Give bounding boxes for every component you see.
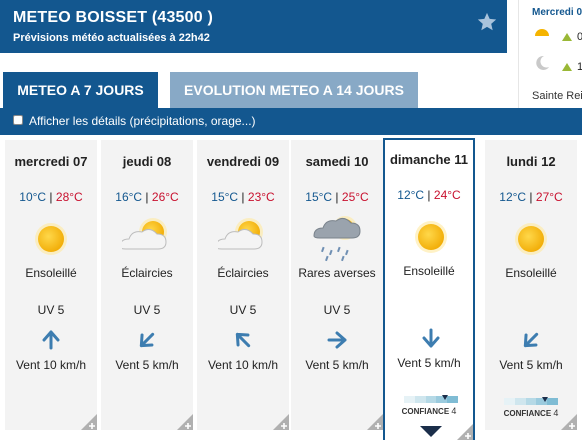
day-temperatures: 12°C | 27°C (499, 190, 563, 204)
temp-max: 23°C (247, 190, 275, 204)
side-panel-value: 1 (577, 61, 582, 73)
weather-description: Rares averses (298, 266, 376, 280)
expand-corner-icon[interactable] (561, 414, 577, 430)
sunny-weather-icon (415, 221, 447, 253)
day-temperatures: 16°C | 26°C (115, 190, 179, 204)
temp-max: 24°C (433, 188, 461, 202)
temp-min: 15°C (305, 190, 333, 204)
confidence-marker-icon (541, 397, 548, 402)
day-temperatures: 10°C | 28°C (19, 190, 83, 204)
details-checkbox[interactable] (13, 115, 23, 125)
page-subtitle: Prévisions météo actualisées à 22h42 (13, 32, 210, 44)
side-panel-value: 0 (577, 31, 582, 43)
showers-weather-icon (313, 216, 361, 262)
day-name: samedi 10 (305, 154, 369, 169)
wind-speed: Vent 5 km/h (499, 358, 563, 372)
sunny-weather-icon (515, 223, 547, 255)
temp-max: 28°C (55, 190, 83, 204)
expand-corner-icon[interactable] (457, 424, 473, 440)
temp-max: 27°C (535, 190, 563, 204)
page-header: METEO BOISSET (43500 ) Prévisions météo … (0, 0, 507, 53)
sun-icon (532, 29, 552, 40)
day-card-4[interactable]: dimanche 11 12°C | 24°C Ensoleillé Vent … (383, 138, 475, 440)
side-panel-day: Mercredi 0 (532, 7, 582, 18)
expand-corner-icon[interactable] (177, 414, 193, 430)
day-name: dimanche 11 (389, 152, 469, 167)
side-panel: Mercredi 0 0 1 Sainte Rei (518, 0, 582, 110)
tab-14-days[interactable]: EVOLUTION METEO A 14 JOURS (170, 72, 418, 108)
day-name: lundi 12 (506, 154, 556, 169)
day-card-0[interactable]: mercredi 07 10°C | 28°C Ensoleillé UV 5 … (5, 140, 97, 430)
selected-day-pointer-icon (420, 426, 442, 437)
confidence-bar (504, 398, 558, 405)
uv-index: UV 5 (323, 303, 351, 317)
side-panel-location[interactable]: Sainte Rei (532, 90, 582, 102)
details-checkbox-label[interactable]: Afficher les détails (précipitations, or… (29, 114, 256, 128)
wind-direction-icon (422, 328, 440, 348)
temp-min: 10°C (19, 190, 47, 204)
wind-direction-icon (327, 331, 347, 349)
confidence-marker-icon (441, 395, 448, 400)
day-temperatures: 15°C | 25°C (305, 190, 369, 204)
temp-max: 25°C (341, 190, 369, 204)
wind-speed: Vent 5 km/h (397, 356, 461, 370)
day-card-2[interactable]: vendredi 09 15°C | 23°C Éclaircies UV 5 … (197, 140, 289, 430)
temp-min: 15°C (211, 190, 239, 204)
day-card-5[interactable]: lundi 12 12°C | 27°C Ensoleillé Vent 5 k… (485, 140, 577, 430)
day-name: vendredi 09 (206, 154, 280, 169)
weather-description: Ensoleillé (403, 264, 455, 278)
partly-cloudy-weather-icon (122, 218, 167, 250)
wind-direction-icon (235, 332, 251, 348)
wind-speed: Vent 10 km/h (15, 358, 87, 372)
temp-min: 12°C (499, 190, 527, 204)
page-title: METEO BOISSET (43500 ) (13, 9, 214, 26)
expand-corner-icon[interactable] (273, 414, 289, 430)
temp-max: 26°C (151, 190, 179, 204)
uv-index: UV 5 (133, 303, 161, 317)
expand-corner-icon[interactable] (81, 414, 97, 430)
confidence-bar (404, 396, 458, 403)
day-card-3[interactable]: samedi 10 15°C | 25°C Rares averses UV 5… (291, 140, 383, 430)
day-temperatures: 15°C | 23°C (211, 190, 275, 204)
expand-corner-icon[interactable] (367, 414, 383, 430)
wind-direction-icon (523, 332, 539, 348)
day-name: jeudi 08 (122, 154, 172, 169)
temp-min: 16°C (115, 190, 143, 204)
confidence-label: CONFIANCE 4 (401, 406, 457, 416)
day-temperatures: 12°C | 24°C (397, 188, 461, 202)
trend-up-icon (562, 63, 572, 71)
day-name: mercredi 07 (14, 154, 88, 169)
weather-description: Ensoleillé (25, 266, 77, 280)
tab-7-days[interactable]: METEO A 7 JOURS (3, 72, 158, 108)
wind-speed: Vent 5 km/h (305, 358, 369, 372)
partly-cloudy-weather-icon (218, 218, 263, 250)
trend-up-icon (562, 33, 572, 41)
uv-index: UV 5 (37, 303, 65, 317)
moon-icon (536, 55, 549, 70)
sunny-weather-icon (35, 223, 67, 255)
weather-description: Ensoleillé (505, 266, 557, 280)
weather-description: Éclaircies (217, 266, 269, 280)
wind-speed: Vent 5 km/h (115, 358, 179, 372)
uv-index: UV 5 (229, 303, 257, 317)
star-icon[interactable] (476, 11, 498, 33)
wind-speed: Vent 10 km/h (207, 358, 279, 372)
weather-description: Éclaircies (121, 266, 173, 280)
wind-direction-icon (139, 332, 155, 348)
temp-min: 12°C (397, 188, 425, 202)
day-card-1[interactable]: jeudi 08 16°C | 26°C Éclaircies UV 5 Ven… (101, 140, 193, 430)
wind-direction-icon (42, 330, 60, 350)
